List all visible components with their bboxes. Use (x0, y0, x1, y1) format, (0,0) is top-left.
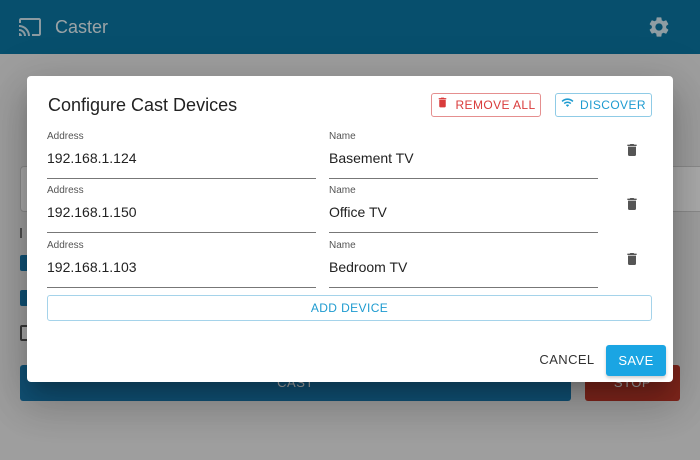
name-label: Name (329, 185, 356, 196)
name-field[interactable]: Name Basement TV (329, 131, 598, 179)
address-field[interactable]: Address 192.168.1.124 (47, 131, 316, 179)
name-label: Name (329, 240, 356, 251)
address-value[interactable]: 192.168.1.150 (47, 202, 137, 222)
discover-label: DISCOVER (580, 98, 646, 112)
dialog-title: Configure Cast Devices (48, 95, 238, 115)
add-device-button[interactable]: ADD DEVICE (47, 295, 652, 321)
address-label: Address (47, 131, 84, 142)
remove-all-button[interactable]: REMOVE ALL (431, 93, 541, 117)
delete-device-icon[interactable] (624, 141, 640, 159)
device-row: Address 192.168.1.124 Name Basement TV (27, 131, 673, 179)
discover-icon (561, 94, 574, 116)
name-value[interactable]: Basement TV (329, 148, 414, 168)
configure-devices-dialog: Configure Cast Devices REMOVE ALL DISCOV… (27, 76, 673, 382)
delete-device-icon[interactable] (624, 195, 640, 213)
name-value[interactable]: Bedroom TV (329, 257, 407, 277)
address-value[interactable]: 192.168.1.103 (47, 257, 137, 277)
address-label: Address (47, 185, 84, 196)
remove-all-label: REMOVE ALL (455, 98, 536, 112)
save-button[interactable]: SAVE (606, 345, 666, 376)
device-row: Address 192.168.1.150 Name Office TV (27, 185, 673, 233)
name-value[interactable]: Office TV (329, 202, 387, 222)
address-value[interactable]: 192.168.1.124 (47, 148, 137, 168)
delete-device-icon[interactable] (624, 250, 640, 268)
device-row: Address 192.168.1.103 Name Bedroom TV (27, 240, 673, 288)
address-field[interactable]: Address 192.168.1.150 (47, 185, 316, 233)
trash-icon (436, 94, 449, 116)
address-field[interactable]: Address 192.168.1.103 (47, 240, 316, 288)
name-field[interactable]: Name Office TV (329, 185, 598, 233)
cancel-button[interactable]: CANCEL (536, 345, 598, 375)
name-label: Name (329, 131, 356, 142)
address-label: Address (47, 240, 84, 251)
name-field[interactable]: Name Bedroom TV (329, 240, 598, 288)
discover-button[interactable]: DISCOVER (555, 93, 652, 117)
